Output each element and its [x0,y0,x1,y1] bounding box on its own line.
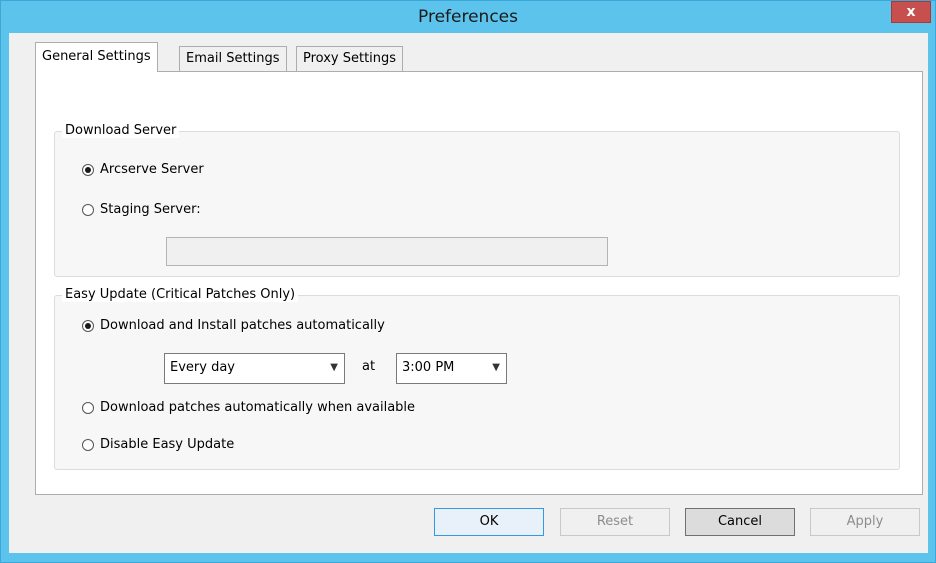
ok-button[interactable]: OK [434,508,544,536]
title-bar[interactable]: Preferences x [1,1,935,33]
staging-server-label: Staging Server: [100,202,201,217]
frequency-value: Every day [170,360,235,375]
radio-unchecked-icon [82,203,94,216]
close-button[interactable]: x [891,1,931,23]
disable-easy-update-radio[interactable]: Disable Easy Update [82,437,234,452]
chevron-down-icon: ▼ [492,362,500,373]
staging-server-radio[interactable]: Staging Server: [82,202,201,217]
download-install-auto-radio[interactable]: Download and Install patches automatical… [82,318,385,333]
at-label: at [362,359,376,374]
radio-checked-icon [82,163,94,176]
radio-checked-icon [82,319,94,332]
download-install-auto-label: Download and Install patches automatical… [100,318,385,333]
apply-button[interactable]: Apply [810,508,920,536]
chevron-down-icon: ▼ [330,362,338,373]
reset-button[interactable]: Reset [560,508,670,536]
time-select[interactable]: 3:00 PM ▼ [396,353,507,384]
time-value: 3:00 PM [402,360,455,375]
window-title: Preferences [418,7,518,27]
radio-unchecked-icon [82,401,94,414]
download-server-legend: Download Server [62,123,180,138]
arcserve-server-radio[interactable]: Arcserve Server [82,162,204,177]
download-auto-available-label: Download patches automatically when avai… [100,400,416,415]
disable-easy-update-label: Disable Easy Update [100,437,235,452]
download-auto-available-radio[interactable]: Download patches automatically when avai… [82,400,415,415]
tab-email-settings[interactable]: Email Settings [179,46,287,72]
tab-general-settings[interactable]: General Settings [35,42,158,72]
radio-unchecked-icon [82,438,94,451]
frequency-select[interactable]: Every day ▼ [164,353,345,384]
staging-server-input[interactable] [166,237,608,266]
tab-proxy-settings[interactable]: Proxy Settings [296,46,404,72]
arcserve-server-label: Arcserve Server [100,162,204,177]
cancel-button[interactable]: Cancel [685,508,795,536]
easy-update-legend: Easy Update (Critical Patches Only) [62,287,299,302]
